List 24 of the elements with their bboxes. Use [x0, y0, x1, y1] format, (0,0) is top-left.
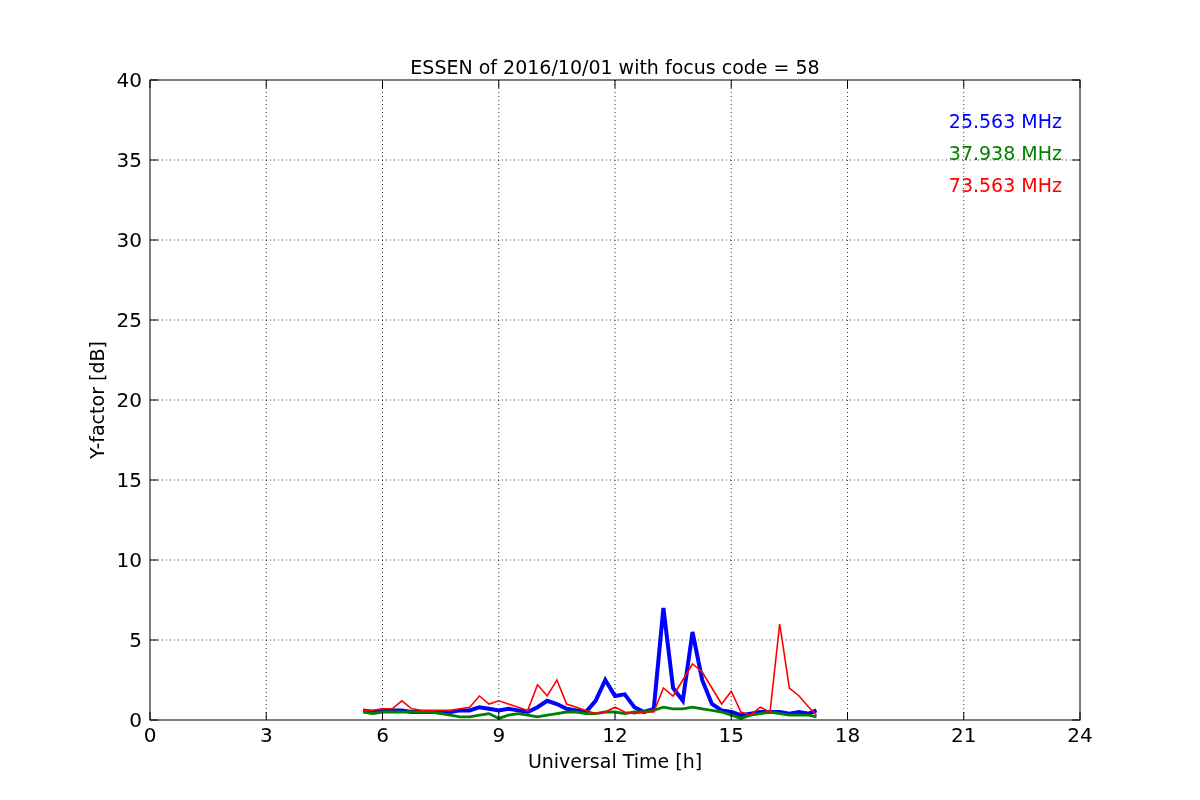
axis-tick-label: 40 [116, 68, 142, 92]
y-axis-label: Y-factor [dB] [86, 341, 108, 459]
axis-tick-label: 21 [951, 723, 977, 747]
axis-tick-label: 18 [834, 723, 861, 747]
axis-tick-label: 25 [116, 308, 142, 332]
legend-label: 73.563 MHz [948, 174, 1062, 196]
axis-tick-label: 0 [129, 708, 142, 732]
axis-tick-label: 30 [116, 228, 142, 252]
axis-tick-label: 6 [376, 723, 389, 747]
axis-tick-label: 9 [492, 723, 506, 747]
chart-title: ESSEN of 2016/10/01 with focus code = 58 [410, 56, 820, 78]
legend-label: 37.938 MHz [948, 142, 1062, 164]
axis-tick-label: 5 [129, 628, 142, 652]
axis-tick-label: 10 [116, 548, 142, 572]
axis-tick-label: 15 [116, 468, 142, 492]
axis-tick-label: 3 [259, 723, 273, 747]
x-axis-label: Universal Time [h] [527, 750, 703, 772]
axis-tick-label: 35 [116, 148, 142, 172]
axis-tick-label: 20 [116, 388, 142, 412]
axis-tick-label: 15 [718, 723, 744, 747]
axis-tick-label: 0 [143, 723, 157, 747]
legend-label: 25.563 MHz [948, 110, 1062, 132]
axis-tick-label: 24 [1067, 723, 1093, 747]
axis-tick-label: 12 [602, 723, 628, 747]
